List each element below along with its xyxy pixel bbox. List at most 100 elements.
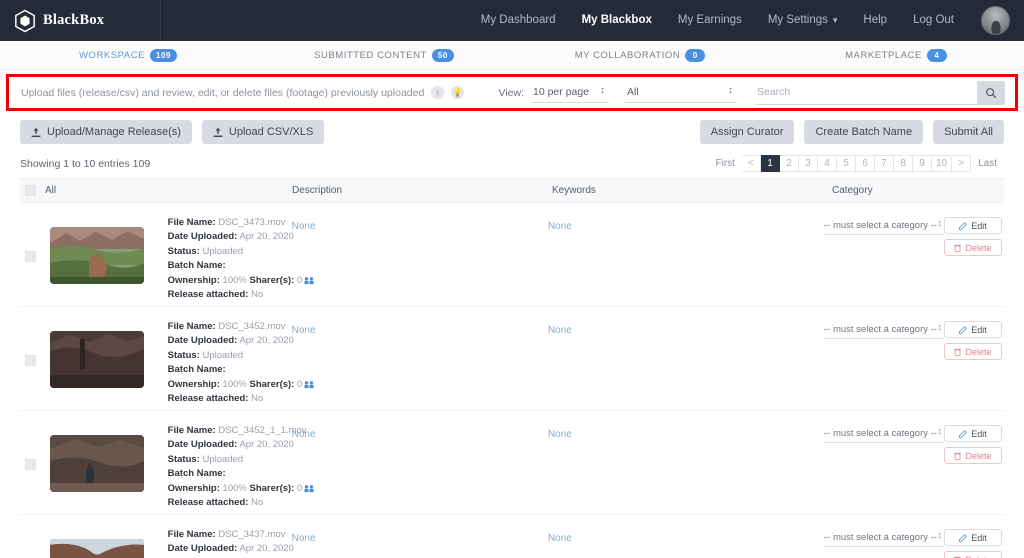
brand-logo-area[interactable]: BlackBox (14, 9, 160, 33)
batch-name-label: Batch Name: (167, 468, 226, 480)
row-checkbox[interactable] (25, 354, 36, 366)
tab-label: SUBMITTED CONTENT (314, 49, 427, 61)
lightbulb-circle-icon[interactable]: 💡 (451, 86, 465, 99)
search-button[interactable] (977, 80, 1005, 105)
tab-my-collaboration[interactable]: MY COLLABORATION 0 (512, 48, 768, 62)
per-page-value: 10 per page (533, 86, 590, 98)
pagination-page-10[interactable]: 10 (931, 155, 953, 172)
description-cell: None (292, 523, 548, 546)
batch-name-row: Batch Name: (168, 363, 292, 377)
nav-item-my-dashboard[interactable]: My Dashboard (468, 0, 569, 41)
delete-button[interactable]: Delete (943, 239, 1002, 256)
pagination-page-1[interactable]: 1 (760, 155, 780, 172)
description-value[interactable]: None (292, 221, 316, 232)
keywords-cell: None (548, 523, 824, 546)
filter-select[interactable]: All (625, 82, 737, 103)
submit-all-button[interactable]: Submit All (933, 120, 1004, 144)
tab-badge: 0 (685, 48, 706, 62)
edit-button[interactable]: Edit (943, 425, 1002, 442)
file-name-label: File Name: (167, 529, 216, 540)
people-group-icon[interactable] (304, 276, 314, 285)
batch-name-row: Batch Name: (168, 259, 292, 273)
people-group-icon[interactable] (304, 380, 314, 389)
keywords-value[interactable]: None (548, 533, 572, 544)
pagination-page-7[interactable]: 7 (874, 155, 894, 172)
row-select-cell (20, 523, 50, 558)
date-uploaded-value: Apr 20, 2020 (239, 335, 294, 347)
sharers-label: Sharer(s): (249, 378, 295, 390)
nav-item-my-blackbox[interactable]: My Blackbox (569, 0, 665, 41)
edit-button[interactable]: Edit (943, 217, 1002, 234)
row-checkbox[interactable] (25, 250, 36, 262)
pagination-page-4[interactable]: 4 (817, 155, 837, 172)
category-select[interactable]: -- must select a category -- (823, 217, 944, 235)
tab-submitted-content[interactable]: SUBMITTED CONTENT 50 (256, 48, 512, 62)
delete-button[interactable]: Delete (943, 447, 1002, 464)
select-all-checkbox[interactable] (25, 185, 36, 196)
showing-entries-text: Showing 1 to 10 entries 109 (20, 157, 151, 170)
sharers-value: 0 (297, 378, 303, 390)
nav-item-help[interactable]: Help (850, 0, 900, 41)
tab-workspace[interactable]: WORKSPACE 109 (0, 48, 256, 62)
nav-item-my-earnings[interactable]: My Earnings (665, 0, 755, 41)
action-toolbar-right: Assign Curator Create Batch Name Submit … (690, 120, 1004, 144)
create-batch-name-button[interactable]: Create Batch Name (804, 120, 924, 144)
description-value[interactable]: None (292, 429, 316, 440)
pagination-next[interactable]: > (952, 155, 972, 172)
tab-marketplace[interactable]: MARKETPLACE 4 (768, 48, 1024, 62)
status-row: Status: Uploaded (168, 245, 292, 259)
description-value[interactable]: None (292, 325, 316, 336)
keywords-value[interactable]: None (548, 325, 572, 336)
people-group-icon[interactable] (304, 484, 314, 493)
info-circle-icon[interactable]: i (431, 86, 445, 99)
ownership-value: 100% (222, 378, 247, 390)
keywords-value[interactable]: None (548, 221, 572, 232)
edit-button[interactable]: Edit (943, 321, 1002, 338)
pagination-page-9[interactable]: 9 (912, 155, 932, 172)
assign-curator-button[interactable]: Assign Curator (699, 120, 795, 144)
nav-item-my-settings[interactable]: My Settings ▾ (755, 0, 851, 41)
tab-badge: 4 (926, 48, 947, 62)
row-select-cell (20, 419, 50, 509)
section-tab-strip: WORKSPACE 109 SUBMITTED CONTENT 50 MY CO… (0, 41, 1024, 70)
avatar[interactable] (981, 6, 1010, 35)
hint-label: Upload files (release/csv) and review, e… (21, 86, 425, 99)
pagination-prev[interactable]: < (741, 155, 761, 172)
nav-item-log-out[interactable]: Log Out (900, 0, 967, 41)
pagination-page-2[interactable]: 2 (779, 155, 799, 172)
nav-label: My Blackbox (581, 14, 652, 26)
row-select-cell (20, 211, 50, 301)
delete-button[interactable]: Delete (943, 551, 1002, 558)
category-select[interactable]: -- must select a category -- (823, 425, 944, 443)
thumbnail[interactable] (49, 331, 144, 388)
batch-name-label: Batch Name: (167, 364, 226, 376)
pagination-last[interactable]: Last (971, 158, 1004, 169)
pagination: First < 1 2 3 4 5 6 7 8 9 10 > Last (709, 155, 1004, 172)
upload-csv-xls-button[interactable]: Upload CSV/XLS (201, 120, 325, 144)
thumbnail[interactable] (49, 435, 144, 492)
per-page-select[interactable]: 10 per page (531, 82, 609, 103)
pagination-page-5[interactable]: 5 (836, 155, 856, 172)
sharers-value: 0 (297, 482, 303, 494)
keywords-value[interactable]: None (548, 429, 572, 440)
upload-manage-releases-button[interactable]: Upload/Manage Release(s) (20, 120, 192, 144)
row-checkbox[interactable] (25, 458, 36, 470)
description-value[interactable]: None (292, 533, 316, 544)
filter-value: All (627, 86, 639, 98)
search-input[interactable] (755, 80, 977, 104)
edit-button[interactable]: Edit (943, 529, 1002, 546)
date-uploaded-row: Date Uploaded: Apr 20, 2020 (168, 438, 294, 452)
date-uploaded-row: Date Uploaded: Apr 20, 2020 (168, 542, 294, 556)
delete-button[interactable]: Delete (943, 343, 1002, 360)
pagination-page-8[interactable]: 8 (893, 155, 913, 172)
trash-icon (954, 348, 962, 356)
thumbnail[interactable] (49, 227, 144, 284)
pagination-page-6[interactable]: 6 (855, 155, 875, 172)
category-select[interactable]: -- must select a category -- (823, 529, 944, 547)
category-select[interactable]: -- must select a category -- (823, 321, 944, 339)
file-name-label: File Name: (167, 321, 216, 332)
status-value: Uploaded (202, 349, 244, 361)
pagination-first[interactable]: First (709, 158, 742, 169)
pagination-page-3[interactable]: 3 (798, 155, 818, 172)
thumbnail[interactable] (49, 539, 144, 558)
